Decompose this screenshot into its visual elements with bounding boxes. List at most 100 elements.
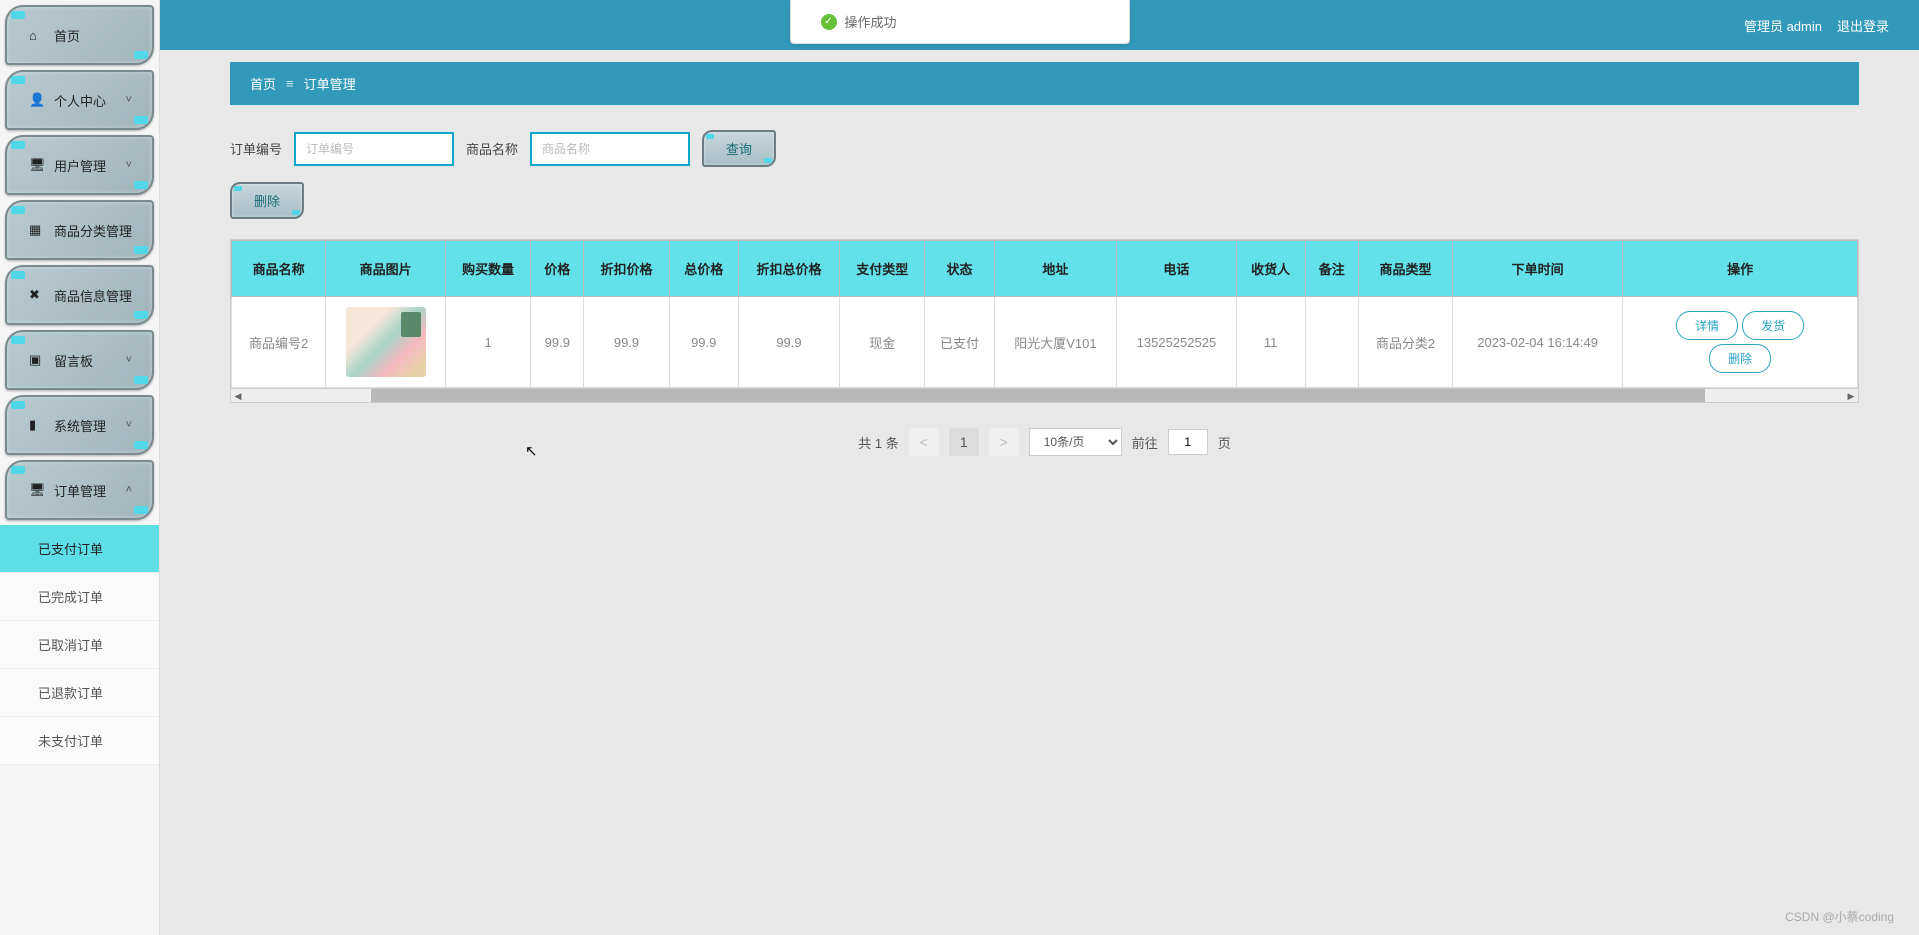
product-name-label: 商品名称 — [466, 139, 518, 158]
table-header: 商品图片 — [326, 241, 446, 297]
table-header: 购买数量 — [446, 241, 531, 297]
nav-icon: 🖥 — [29, 482, 47, 498]
scroll-thumb[interactable] — [371, 389, 1705, 402]
table-cell — [1305, 297, 1358, 388]
search-bar: 订单编号 商品名称 查询 — [230, 105, 1859, 182]
goto-suffix: 页 — [1218, 433, 1231, 452]
horizontal-scrollbar[interactable]: ◀ ▶ — [231, 388, 1858, 402]
table-cell: 99.9 — [669, 297, 738, 388]
detail-button[interactable]: 详情 — [1676, 311, 1738, 340]
order-no-input[interactable] — [294, 132, 454, 166]
sidebar-item-0[interactable]: ⌂ 首页 — [5, 5, 154, 65]
table-cell: 商品编号2 — [232, 297, 326, 388]
sidebar-item-6[interactable]: ▮ 系统管理 ˅ — [5, 395, 154, 455]
page-size-select[interactable]: 10条/页 — [1029, 428, 1122, 456]
nav-icon: ▣ — [29, 352, 47, 368]
nav-label: 订单管理 — [54, 481, 106, 500]
table-cell: 阳光大厦V101 — [994, 297, 1117, 388]
prev-page-button[interactable]: < — [909, 428, 939, 456]
chevron-down-icon: ˅ — [126, 159, 132, 171]
check-icon: ✓ — [821, 14, 837, 30]
table-header: 折扣价格 — [584, 241, 669, 297]
product-name-input[interactable] — [530, 132, 690, 166]
table-row: 商品编号2199.999.999.999.9现金已支付阳光大厦V10113525… — [232, 297, 1858, 388]
table-cell: 99.9 — [531, 297, 584, 388]
table-cell: 99.9 — [584, 297, 669, 388]
table-header: 操作 — [1623, 241, 1858, 297]
table-cell — [326, 297, 446, 388]
subnav-item-0[interactable]: 已支付订单 — [0, 525, 159, 573]
chevron-down-icon: ˅ — [126, 289, 132, 301]
table-header: 折扣总价格 — [738, 241, 839, 297]
sidebar-item-5[interactable]: ▣ 留言板 ˅ — [5, 330, 154, 390]
table-header: 总价格 — [669, 241, 738, 297]
chevron-up-icon: ˄ — [126, 484, 132, 496]
table-header: 支付类型 — [840, 241, 925, 297]
chevron-down-icon: ˅ — [126, 224, 132, 236]
table-cell: 现金 — [840, 297, 925, 388]
chevron-down-icon: ˅ — [126, 419, 132, 431]
product-image — [346, 307, 426, 377]
nav-icon: ✖ — [29, 287, 47, 303]
nav-icon: ▦ — [29, 222, 47, 238]
table-header: 收货人 — [1236, 241, 1305, 297]
table-header: 商品名称 — [232, 241, 326, 297]
scroll-left-arrow[interactable]: ◀ — [231, 389, 245, 403]
sidebar-item-2[interactable]: 🖥 用户管理 ˅ — [5, 135, 154, 195]
nav-label: 用户管理 — [54, 156, 106, 175]
table-cell: 2023-02-04 16:14:49 — [1453, 297, 1623, 388]
table-header: 电话 — [1117, 241, 1236, 297]
chevron-down-icon: ˅ — [126, 354, 132, 366]
sidebar-item-3[interactable]: ▦ 商品分类管理˅ — [5, 200, 154, 260]
query-button[interactable]: 查询 — [702, 130, 776, 167]
order-no-label: 订单编号 — [230, 139, 282, 158]
watermark: CSDN @小蔡coding — [1785, 908, 1894, 925]
subnav-item-2[interactable]: 已取消订单 — [0, 621, 159, 669]
nav-label: 系统管理 — [54, 416, 106, 435]
toast-text: 操作成功 — [845, 12, 897, 31]
nav-label: 留言板 — [54, 351, 93, 370]
subnav-item-1[interactable]: 已完成订单 — [0, 573, 159, 621]
sidebar-item-7[interactable]: 🖥 订单管理 ˄ — [5, 460, 154, 520]
nav-icon: 🖥 — [29, 157, 47, 173]
main-content: 首页 ≡ 订单管理 订单编号 商品名称 查询 删除 商品名称商品图片购买数量价格… — [160, 50, 1919, 935]
nav-icon: ▮ — [29, 417, 47, 433]
delete-button[interactable]: 删除 — [230, 182, 304, 219]
nav-label: 商品信息管理 — [54, 286, 132, 305]
success-toast: ✓ 操作成功 — [790, 0, 1130, 44]
sidebar-item-4[interactable]: ✖ 商品信息管理˅ — [5, 265, 154, 325]
logout-link[interactable]: 退出登录 — [1837, 16, 1889, 35]
subnav-item-4[interactable]: 未支付订单 — [0, 717, 159, 765]
total-text: 共 1 条 — [858, 433, 898, 452]
admin-name[interactable]: 管理员 admin — [1744, 16, 1822, 35]
scroll-right-arrow[interactable]: ▶ — [1844, 389, 1858, 403]
goto-page-input[interactable] — [1168, 429, 1208, 455]
table-cell: 1 — [446, 297, 531, 388]
chevron-down-icon: ˅ — [126, 94, 132, 106]
breadcrumb: 首页 ≡ 订单管理 — [230, 62, 1859, 105]
sidebar-item-1[interactable]: 👤个人中心˅ — [5, 70, 154, 130]
row-delete-button[interactable]: 删除 — [1709, 344, 1771, 373]
goto-prefix: 前往 — [1132, 433, 1158, 452]
pagination: 共 1 条 < 1 > 10条/页 前往 页 — [230, 403, 1859, 481]
table-header: 下单时间 — [1453, 241, 1623, 297]
breadcrumb-current: 订单管理 — [304, 74, 356, 93]
table-cell: 详情发货删除 — [1623, 297, 1858, 388]
breadcrumb-home[interactable]: 首页 — [250, 74, 276, 93]
nav-icon: ⌂ — [29, 28, 47, 43]
table-container: 商品名称商品图片购买数量价格折扣价格总价格折扣总价格支付类型状态地址电话收货人备… — [230, 239, 1859, 403]
subnav-item-3[interactable]: 已退款订单 — [0, 669, 159, 717]
table-cell: 13525252525 — [1117, 297, 1236, 388]
table-header: 备注 — [1305, 241, 1358, 297]
table-cell: 商品分类2 — [1358, 297, 1452, 388]
table-cell: 已支付 — [925, 297, 994, 388]
nav-label: 首页 — [54, 26, 80, 45]
nav-label: 商品分类管理 — [54, 221, 132, 240]
ship-button[interactable]: 发货 — [1742, 311, 1804, 340]
next-page-button[interactable]: > — [989, 428, 1019, 456]
table-header: 商品类型 — [1358, 241, 1452, 297]
page-number-1[interactable]: 1 — [949, 428, 979, 456]
table-header: 地址 — [994, 241, 1117, 297]
table-cell: 99.9 — [738, 297, 839, 388]
sidebar: ⌂首页👤个人中心˅🖥用户管理˅▦商品分类管理˅✖商品信息管理˅▣留言板˅▮系统管… — [0, 0, 160, 935]
